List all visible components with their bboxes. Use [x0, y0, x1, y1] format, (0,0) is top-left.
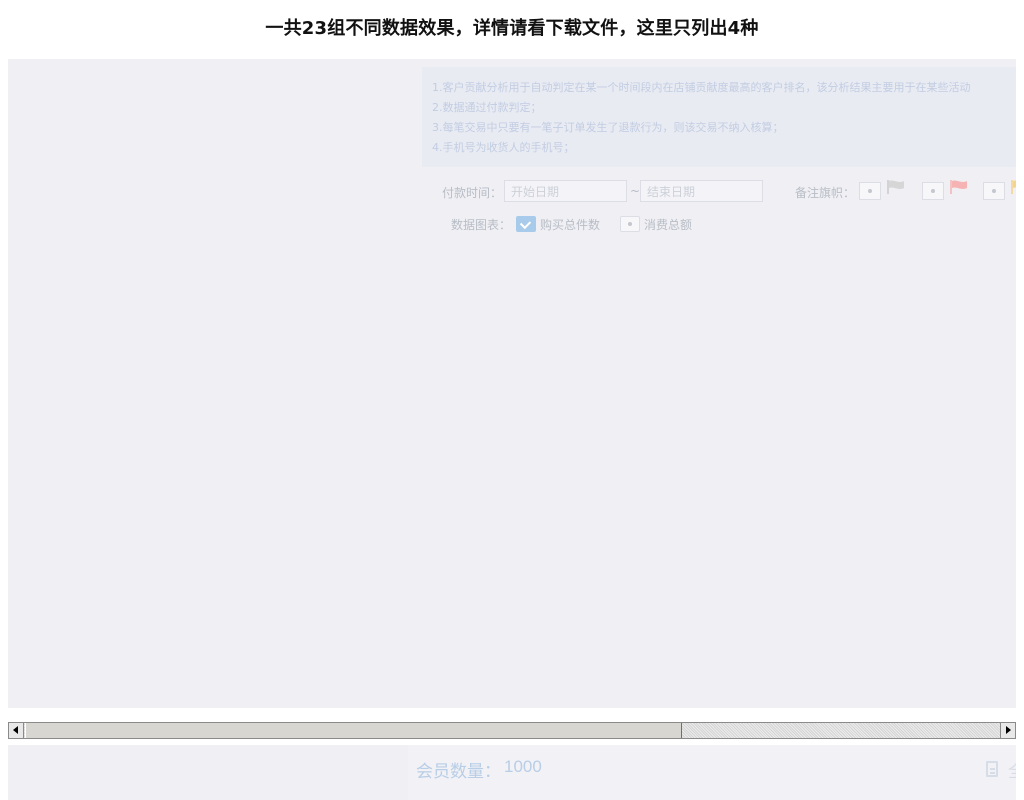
member-count-value: 1000 [504, 757, 542, 776]
total-spend-checkbox[interactable] [620, 216, 640, 232]
preview-panel: 1.客户贡献分析用于自动判定在某一个时间段内在店铺贡献度最高的客户排名，该分析结… [8, 59, 1016, 708]
chart-label: 数据图表： [451, 218, 512, 232]
horizontal-scrollbar[interactable] [8, 722, 1016, 739]
member-count-label: 会员数量： [416, 762, 501, 782]
arrow-left-icon [13, 726, 18, 734]
note-line: 4.手机号为收货人的手机号； [432, 141, 575, 154]
purchase-count-label: 购买总件数 [540, 218, 601, 232]
notes-box: 1.客户贡献分析用于自动判定在某一个时间段内在店铺贡献度最高的客户排名，该分析结… [422, 67, 1016, 167]
total-spend-label: 消费总额 [644, 218, 693, 232]
start-date-input[interactable]: 开始日期 [504, 180, 627, 202]
red-flag-icon [950, 180, 967, 194]
flag-radio-grey[interactable] [859, 182, 881, 200]
date-separator: ~ [630, 184, 641, 198]
grey-flag-icon [887, 180, 904, 194]
end-date-input[interactable]: 结束日期 [640, 180, 763, 202]
scroll-thumb[interactable] [25, 723, 682, 738]
summary-bar: 会员数量： 1000 全 [408, 745, 1016, 800]
scroll-left-button[interactable] [9, 723, 24, 738]
payment-time-label: 付款时间： [442, 186, 503, 200]
flag-radio-red[interactable] [922, 182, 944, 200]
summary-panel: 会员数量： 1000 全 [8, 745, 1016, 800]
note-line: 3.每笔交易中只要有一笔子订单发生了退款行为，则该交易不纳入核算； [432, 121, 784, 134]
note-line: 1.客户贡献分析用于自动判定在某一个时间段内在店铺贡献度最高的客户排名，该分析结… [432, 81, 971, 94]
arrow-right-icon [1006, 726, 1011, 734]
export-label[interactable]: 全 [1008, 757, 1016, 782]
purchase-count-checkbox[interactable] [516, 216, 536, 232]
flag-radio-yellow[interactable] [983, 182, 1005, 200]
flag-label: 备注旗帜： [795, 186, 856, 200]
scroll-right-button[interactable] [1000, 723, 1015, 738]
page-title: 一共23组不同数据效果，详情请看下载文件，这里只列出4种 [265, 18, 759, 39]
yellow-flag-icon [1011, 180, 1016, 194]
note-line: 2.数据通过付款判定； [432, 101, 542, 114]
document-icon[interactable] [986, 761, 998, 777]
